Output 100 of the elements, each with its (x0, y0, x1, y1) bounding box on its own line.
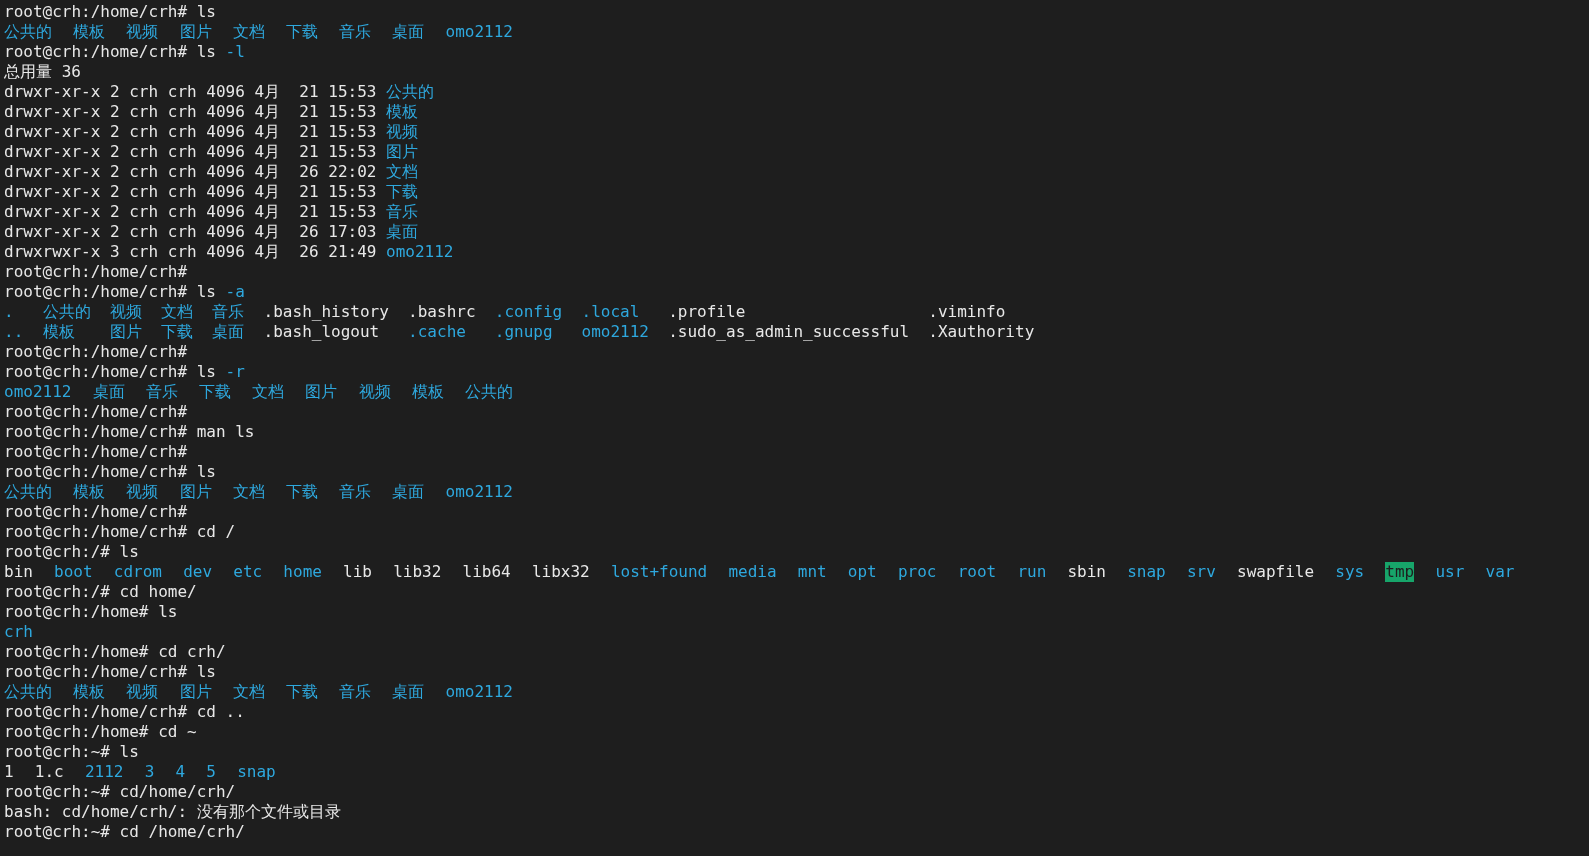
directory-name: 下载 (285, 22, 318, 42)
output-text: root@crh:/home/crh# man ls (4, 422, 255, 442)
output-text: root@crh:/home/crh# ls (4, 42, 216, 62)
directory-name: 图片 (305, 382, 338, 402)
directory-name: 视频 (126, 482, 159, 502)
directory-name: 桌面 (392, 22, 425, 42)
directory-name: run (1017, 562, 1047, 582)
directory-name: 下载 (285, 682, 318, 702)
directory-name: omo2112 (445, 482, 513, 502)
output-text: root@crh:/home# cd crh/ (4, 642, 226, 662)
output-text: libx32 (531, 562, 590, 582)
directory-name: home (283, 562, 322, 582)
output-text: drwxr-xr-x 2 crh crh 4096 4月 21 15:53 (4, 102, 377, 122)
directory-name: 视频 (126, 22, 159, 42)
output-text: root@crh:/home/crh# cd / (4, 522, 236, 542)
directory-name: etc (233, 562, 263, 582)
directory-name: .gnupg (494, 322, 554, 342)
directory-name: 音乐 (386, 202, 419, 222)
output-text: drwxr-xr-x 2 crh crh 4096 4月 21 15:53 (4, 122, 377, 142)
directory-name: 桌面 (392, 482, 425, 502)
directory-name: 下载 (285, 482, 318, 502)
output-text: root@crh:/home/crh# ls (4, 462, 216, 482)
directory-name: 视频 (109, 302, 142, 322)
directory-name: 公共的 (42, 302, 91, 322)
directory-name: proc (897, 562, 937, 582)
directory-name: 音乐 (145, 382, 178, 402)
output-text: root@crh:~# cd/home/crh/ (4, 782, 236, 802)
directory-name: 文档 (232, 682, 265, 702)
directory-name: 模板 (73, 22, 106, 42)
output-text: root@crh:/# ls (4, 542, 139, 562)
directory-name: 图片 (179, 682, 212, 702)
directory-name: 文档 (252, 382, 285, 402)
output-text: root@crh:~# ls (4, 742, 139, 762)
directory-name: 桌面 (386, 222, 419, 242)
directory-name: 模板 (386, 102, 419, 122)
output-text: drwxr-xr-x 2 crh crh 4096 4月 21 15:53 (4, 202, 377, 222)
output-text: lib32 (393, 562, 442, 582)
directory-name: 4 (175, 762, 186, 782)
directory-name: 音乐 (339, 482, 372, 502)
directory-name: .local (581, 302, 641, 322)
output-text: .bash_logout (263, 322, 381, 342)
directory-name: mnt (797, 562, 827, 582)
directory-name: 公共的 (4, 22, 52, 42)
directory-name: 5 (206, 762, 216, 782)
output-text: drwxr-xr-x 2 crh crh 4096 4月 21 15:53 (4, 82, 377, 102)
directory-name: 模板 (411, 382, 444, 402)
output-text: root@crh:~# cd /home/crh/ (4, 822, 245, 842)
directory-name: media (728, 562, 777, 582)
output-text: drwxr-xr-x 2 crh crh 4096 4月 26 22:02 (4, 162, 377, 182)
output-text: root@crh:/home# cd ~ (4, 722, 197, 742)
highlighted-directory-name: tmp (1385, 562, 1415, 582)
directory-name: . (4, 302, 15, 322)
directory-name: 视频 (126, 682, 159, 702)
directory-name: lost+found (610, 562, 708, 582)
directory-name: 下载 (199, 382, 231, 402)
output-text: root@crh:/home# ls (4, 602, 178, 622)
directory-name: .config (494, 302, 563, 322)
output-text: .Xauthority (928, 322, 1035, 342)
directory-name: 文档 (161, 302, 194, 322)
directory-name: -l (225, 42, 245, 62)
output-text: root@crh:/# cd home/ (4, 582, 197, 602)
directory-name: 公共的 (386, 82, 435, 102)
directory-name: 桌面 (392, 682, 425, 702)
directory-name: 3 (144, 762, 155, 782)
output-text: root@crh:/home/crh# (4, 502, 188, 522)
directory-name: omo2112 (445, 22, 513, 42)
directory-name: dev (183, 562, 213, 582)
directory-name: 图片 (179, 482, 212, 502)
directory-name: .cache (408, 322, 467, 342)
directory-name: 图片 (179, 22, 212, 42)
output-text: swapfile (1237, 562, 1315, 582)
output-text: lib (343, 562, 372, 582)
directory-name: crh (4, 622, 33, 642)
directory-name: omo2112 (386, 242, 454, 262)
directory-name: omo2112 (4, 382, 72, 402)
output-text: drwxr-xr-x 2 crh crh 4096 4月 21 15:53 (4, 182, 377, 202)
directory-name: opt (847, 562, 877, 582)
output-text: sbin (1067, 562, 1106, 582)
directory-name: cdrom (113, 562, 162, 582)
output-text: bash: cd/home/crh/: 没有那个文件或目录 (4, 802, 341, 822)
directory-name: omo2112 (445, 682, 513, 702)
directory-name: 图片 (386, 142, 419, 162)
output-text: root@crh:/home/crh# (4, 402, 188, 422)
output-text: root@crh:/home/crh# (4, 262, 188, 282)
output-text: drwxrwxr-x 3 crh crh 4096 4月 26 21:49 (4, 242, 377, 262)
directory-name: 音乐 (212, 302, 245, 322)
output-text: .bashrc (408, 302, 476, 322)
directory-name: srv (1186, 562, 1216, 582)
output-text: root@crh:/home/crh# ls (4, 362, 216, 382)
directory-name: 2112 (84, 762, 124, 782)
directory-name: snap (237, 762, 276, 782)
directory-name: boot (54, 562, 93, 582)
output-text: 1.c (34, 762, 64, 782)
output-text: .bash_history (263, 302, 389, 322)
directory-name: -a (225, 282, 245, 302)
directory-name: usr (1435, 562, 1465, 582)
directory-name: 音乐 (339, 682, 372, 702)
directory-name: var (1485, 562, 1515, 582)
output-text: bin (4, 562, 33, 582)
directory-name: 公共的 (4, 482, 52, 502)
